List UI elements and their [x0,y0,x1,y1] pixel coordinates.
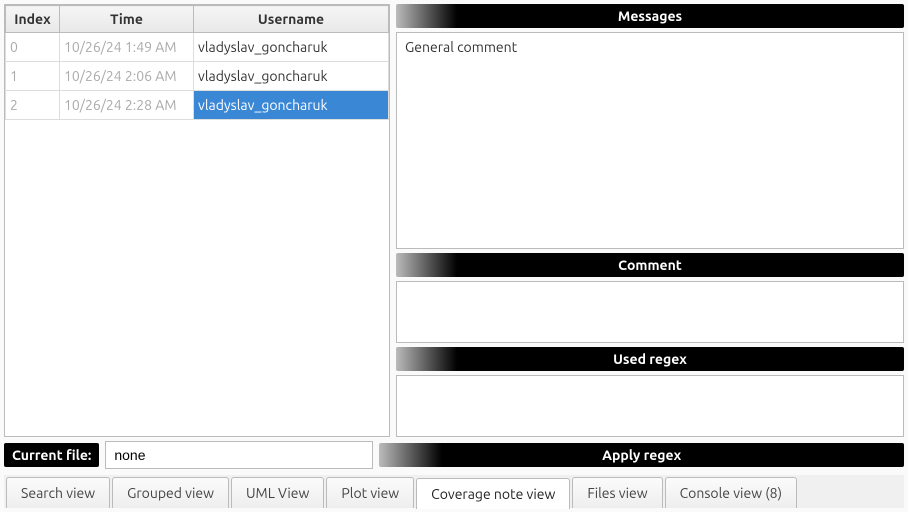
used-regex-box[interactable] [396,375,904,437]
app-root: Index Time Username 0 10/26/24 1:49 AM v… [0,0,908,512]
col-index[interactable]: Index [6,6,60,33]
current-file-input[interactable] [105,441,373,469]
messages-header: Messages [396,4,904,28]
col-username[interactable]: Username [194,6,389,33]
bottom-tab-bar: Search view Grouped view UML View Plot v… [4,475,904,508]
apply-regex-button[interactable]: Apply regex [379,443,904,467]
tab-search-view[interactable]: Search view [6,477,110,508]
cell-username: vladyslav_goncharuk [194,91,389,120]
tab-plot-view[interactable]: Plot view [326,477,414,508]
table-row[interactable]: 0 10/26/24 1:49 AM vladyslav_goncharuk [6,33,389,62]
col-time[interactable]: Time [60,6,194,33]
current-file-label: Current file: [4,443,99,467]
comment-box[interactable] [396,281,904,343]
tab-console-view[interactable]: Console view (8) [665,477,797,508]
cell-index: 1 [6,62,60,91]
cell-time: 10/26/24 2:06 AM [60,62,194,91]
notes-table-wrap[interactable]: Index Time Username 0 10/26/24 1:49 AM v… [4,4,390,437]
notes-table: Index Time Username 0 10/26/24 1:49 AM v… [5,5,389,120]
tab-files-view[interactable]: Files view [572,477,662,508]
tab-uml-view[interactable]: UML View [231,477,324,508]
left-pane: Index Time Username 0 10/26/24 1:49 AM v… [4,4,390,437]
cell-time: 10/26/24 2:28 AM [60,91,194,120]
main-area: Index Time Username 0 10/26/24 1:49 AM v… [4,4,904,437]
table-row[interactable]: 1 10/26/24 2:06 AM vladyslav_goncharuk [6,62,389,91]
tab-grouped-view[interactable]: Grouped view [112,477,229,508]
cell-time: 10/26/24 1:49 AM [60,33,194,62]
cell-username: vladyslav_goncharuk [194,33,389,62]
cell-index: 0 [6,33,60,62]
table-header-row: Index Time Username [6,6,389,33]
comment-header: Comment [396,253,904,277]
used-regex-header: Used regex [396,347,904,371]
table-row[interactable]: 2 10/26/24 2:28 AM vladyslav_goncharuk [6,91,389,120]
messages-box[interactable]: General comment [396,32,904,249]
cell-index: 2 [6,91,60,120]
cell-username: vladyslav_goncharuk [194,62,389,91]
tab-coverage-note-view[interactable]: Coverage note view [416,478,570,509]
right-pane: Messages General comment Comment Used re… [396,4,904,437]
footer-row: Current file: Apply regex [4,441,904,469]
